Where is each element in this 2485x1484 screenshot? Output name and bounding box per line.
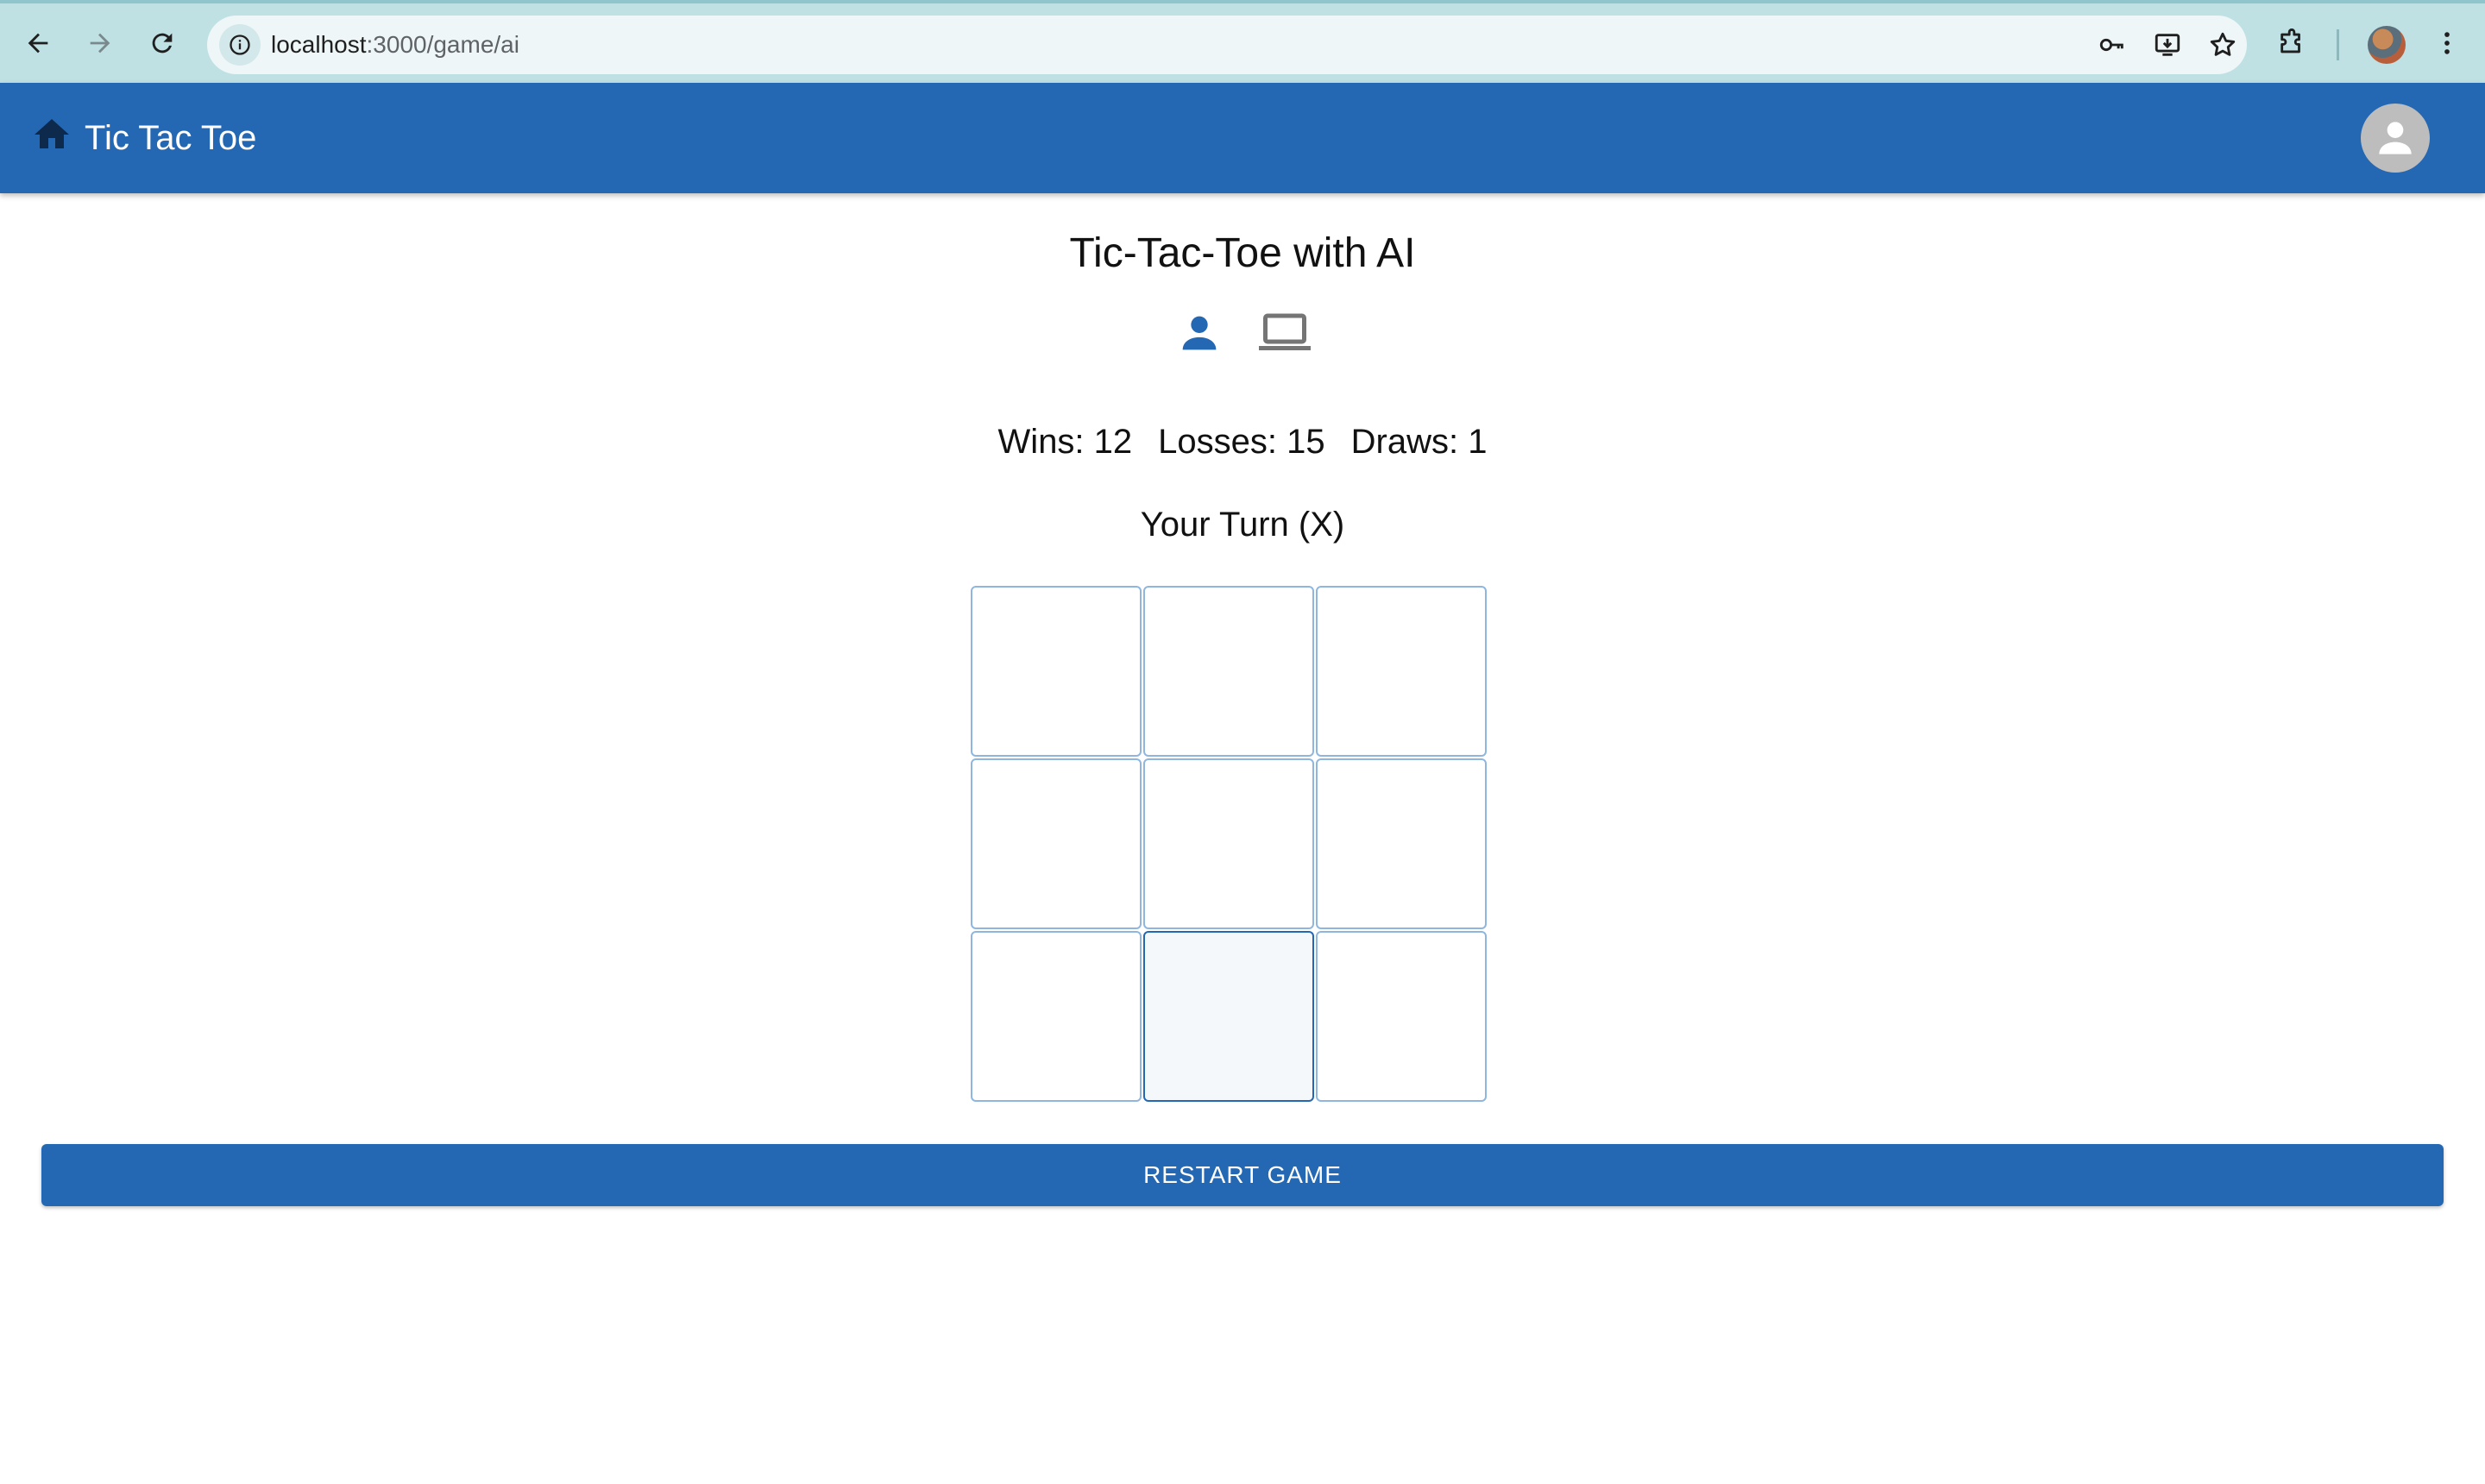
back-arrow-icon [28,33,48,53]
more-vert-icon [2444,32,2450,54]
url-text: localhost:3000/game/ai [271,16,519,74]
reload-icon [152,33,173,53]
bookmark-star-icon[interactable] [2204,26,2242,64]
browser-menu-button[interactable] [2423,19,2471,67]
restart-game-button[interactable]: RESTART GAME [41,1144,2444,1206]
scoreboard: Wins: 12 Losses: 15 Draws: 1 [0,423,2485,462]
reload-button[interactable] [138,19,186,67]
password-key-icon[interactable] [2093,26,2131,64]
browser-toolbar: localhost:3000/game/ai [0,0,2485,83]
url-path: :3000/game/ai [366,31,519,58]
losses-count: Losses: 15 [1158,423,1325,461]
board-cell-7[interactable] [971,931,1142,1102]
board-cell-1[interactable] [971,586,1142,757]
turn-status: Your Turn (X) [1140,506,1345,544]
site-info-icon[interactable] [219,24,261,66]
install-app-icon[interactable] [2148,26,2186,64]
forward-button[interactable] [76,19,124,67]
back-button[interactable] [14,19,62,67]
ai-mode-laptop-icon[interactable] [1253,307,1317,359]
board-cell-4[interactable] [971,758,1142,929]
mode-selector [1173,307,1320,359]
board-cell-2[interactable] [1143,586,1314,757]
player-mode-person-icon[interactable] [1173,307,1225,359]
extensions-button[interactable] [2268,19,2316,67]
app-header: Tic Tac Toe [0,83,2485,193]
board-cell-3[interactable] [1316,586,1487,757]
browser-profile-avatar[interactable] [2368,26,2406,64]
toolbar-divider [2337,29,2339,60]
puzzle-icon [2281,28,2300,53]
url-host: localhost [271,31,367,58]
address-bar[interactable]: localhost:3000/game/ai [207,16,2247,74]
forward-arrow-icon [90,33,110,53]
board-cell-9[interactable] [1316,931,1487,1102]
home-icon[interactable] [31,114,72,155]
board-cell-5[interactable] [1143,758,1314,929]
app-title[interactable]: Tic Tac Toe [85,83,256,193]
board-cell-6[interactable] [1316,758,1487,929]
person-icon [2379,122,2412,154]
board-cell-8[interactable] [1143,931,1314,1102]
wins-count: Wins: 12 [997,423,1133,461]
draws-count: Draws: 1 [1350,423,1488,461]
game-board [970,585,1488,1103]
account-avatar[interactable] [2361,104,2430,173]
page-title: Tic-Tac-Toe with AI [1069,230,1416,276]
